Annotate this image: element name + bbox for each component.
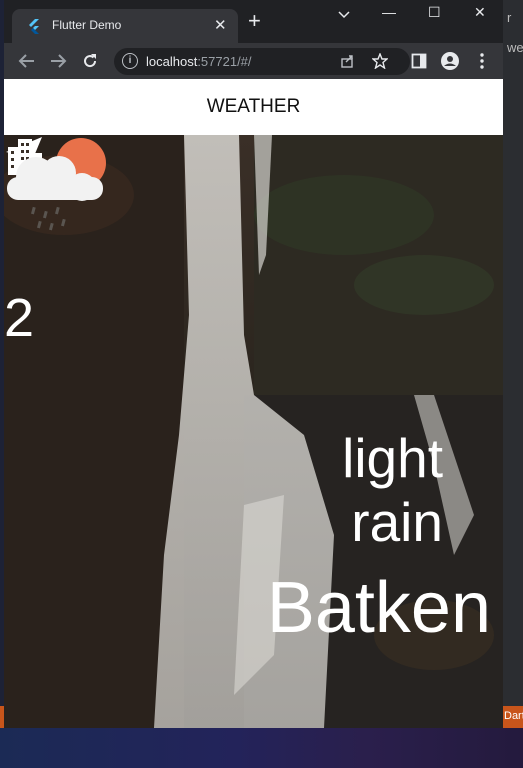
desktop-text-fragment: r bbox=[507, 10, 512, 25]
url-text: localhost:57721/#/ bbox=[146, 54, 252, 69]
side-panel-icon[interactable] bbox=[411, 53, 427, 69]
more-menu-icon[interactable] bbox=[479, 52, 485, 70]
flutter-app: WEATHER 2 light rain Batken bbox=[4, 79, 503, 728]
browser-toolbar: i localhost:57721/#/ bbox=[4, 43, 503, 79]
tab-close-icon[interactable]: ✕ bbox=[214, 16, 227, 34]
tab-strip: Flutter Demo ✕ + — ☐ ✕ bbox=[4, 0, 503, 43]
maximize-button[interactable]: ☐ bbox=[428, 4, 441, 21]
temperature-value: 2 bbox=[4, 288, 35, 348]
desktop-background-right: r we bbox=[503, 0, 523, 728]
back-arrow-icon[interactable] bbox=[18, 53, 36, 69]
desktop-text-fragment: we bbox=[507, 40, 523, 55]
desktop-taskbar bbox=[0, 728, 523, 768]
share-icon[interactable] bbox=[340, 53, 356, 69]
app-bar: WEATHER bbox=[4, 79, 503, 135]
city-name: Batken bbox=[266, 568, 491, 648]
close-window-button[interactable]: ✕ bbox=[474, 4, 486, 21]
page-title: WEATHER bbox=[206, 96, 301, 117]
site-info-icon[interactable]: i bbox=[122, 53, 138, 69]
minimize-button[interactable]: — bbox=[382, 4, 396, 20]
desktop-taskbar-item[interactable]: Dart bbox=[503, 706, 523, 728]
browser-tab[interactable]: Flutter Demo ✕ bbox=[12, 9, 238, 43]
forward-arrow-icon[interactable] bbox=[49, 53, 67, 69]
url-host: localhost bbox=[146, 54, 198, 69]
reload-icon[interactable] bbox=[81, 52, 99, 70]
desktop-text-fragment: Dart bbox=[504, 710, 523, 722]
weather-description: light rain bbox=[342, 427, 443, 553]
address-bar[interactable]: i localhost:57721/#/ bbox=[114, 48, 410, 75]
background-image: 2 light rain Batken bbox=[4, 135, 503, 728]
profile-avatar-icon[interactable] bbox=[440, 51, 460, 71]
bookmark-star-icon[interactable] bbox=[372, 53, 388, 69]
tab-search-icon[interactable] bbox=[337, 10, 351, 20]
browser-window: Flutter Demo ✕ + — ☐ ✕ i localhost:57721… bbox=[4, 0, 503, 728]
cloud-sun-rain-icon bbox=[7, 138, 106, 231]
new-tab-button[interactable]: + bbox=[248, 10, 261, 32]
flutter-logo-icon bbox=[29, 19, 39, 34]
tab-title: Flutter Demo bbox=[52, 18, 122, 32]
url-path: :57721/#/ bbox=[197, 54, 252, 69]
